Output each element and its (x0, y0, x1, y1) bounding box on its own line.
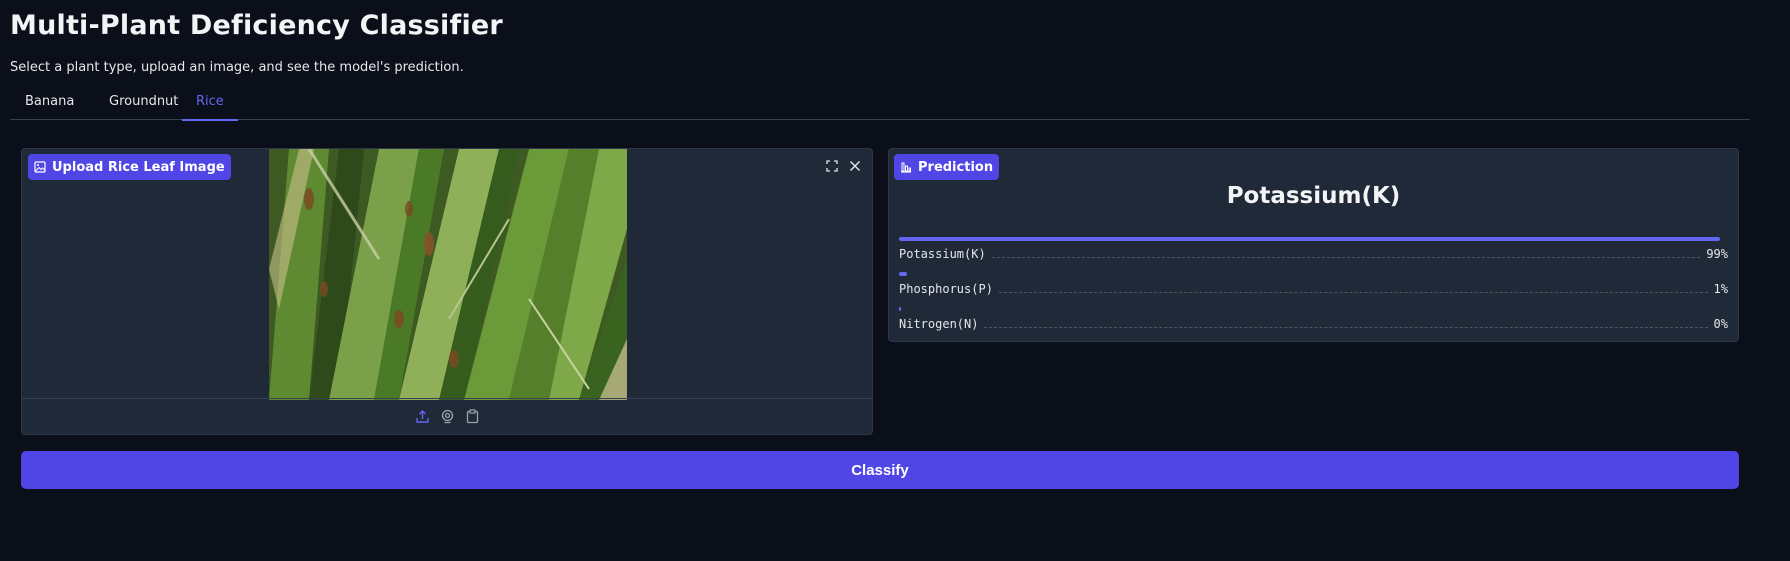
image-icon (34, 161, 46, 173)
upload-label-badge: Upload Rice Leaf Image (28, 154, 231, 180)
dotted-leader (984, 326, 1708, 328)
plant-tabs: Banana Groundnut Rice (10, 92, 1750, 121)
confidence-list: Potassium(K) 99% Phosphorus(P) 1% Nitrogen(N… (899, 237, 1728, 342)
tab-rice[interactable]: Rice (182, 94, 238, 121)
confidence-label: Potassium(K) (899, 247, 986, 261)
upload-panel[interactable]: Upload Rice Leaf Image (21, 148, 873, 435)
confidence-value: 99% (1706, 247, 1728, 261)
page-subtitle: Select a plant type, upload an image, an… (10, 60, 464, 75)
dotted-leader (998, 291, 1708, 293)
upload-source-bar (22, 398, 872, 434)
webcam-icon (441, 409, 453, 424)
confidence-value: 0% (1713, 317, 1728, 331)
leaf-image (269, 149, 627, 400)
predicted-class: Potassium(K) (1226, 183, 1401, 209)
classify-button[interactable]: Classify (21, 451, 1739, 489)
close-icon (849, 161, 860, 171)
confidence-bar (899, 272, 908, 276)
confidence-label: Nitrogen(N) (899, 317, 979, 331)
prediction-panel: Prediction Potassium(K) Potassium(K) 99% P… (888, 148, 1739, 342)
confidence-value: 1% (1713, 282, 1728, 296)
confidence-label: Phosphorus(P) (899, 282, 993, 296)
upload-label: Upload Rice Leaf Image (52, 159, 225, 175)
fullscreen-icon (825, 160, 838, 172)
prediction-label: Prediction (918, 159, 994, 175)
clipboard-button[interactable] (464, 408, 481, 425)
clear-image-button[interactable] (843, 155, 866, 177)
webcam-button[interactable] (439, 408, 456, 425)
dotted-leader (991, 256, 1701, 258)
fullscreen-button[interactable] (820, 155, 843, 177)
confidence-item: Nitrogen(N) 0% (899, 307, 1728, 342)
bar-chart-icon (900, 161, 912, 173)
page-title: Multi-Plant Deficiency Classifier (10, 10, 503, 41)
confidence-bar (899, 307, 901, 311)
prediction-label-badge: Prediction (894, 154, 1000, 180)
tab-banana[interactable]: Banana (25, 94, 74, 120)
tab-groundnut[interactable]: Groundnut (109, 94, 178, 120)
confidence-item: Phosphorus(P) 1% (899, 272, 1728, 307)
clipboard-icon (466, 409, 478, 424)
confidence-item: Potassium(K) 99% (899, 237, 1728, 272)
confidence-bar (899, 237, 1720, 241)
upload-icon (415, 410, 429, 423)
upload-button[interactable] (414, 408, 431, 425)
